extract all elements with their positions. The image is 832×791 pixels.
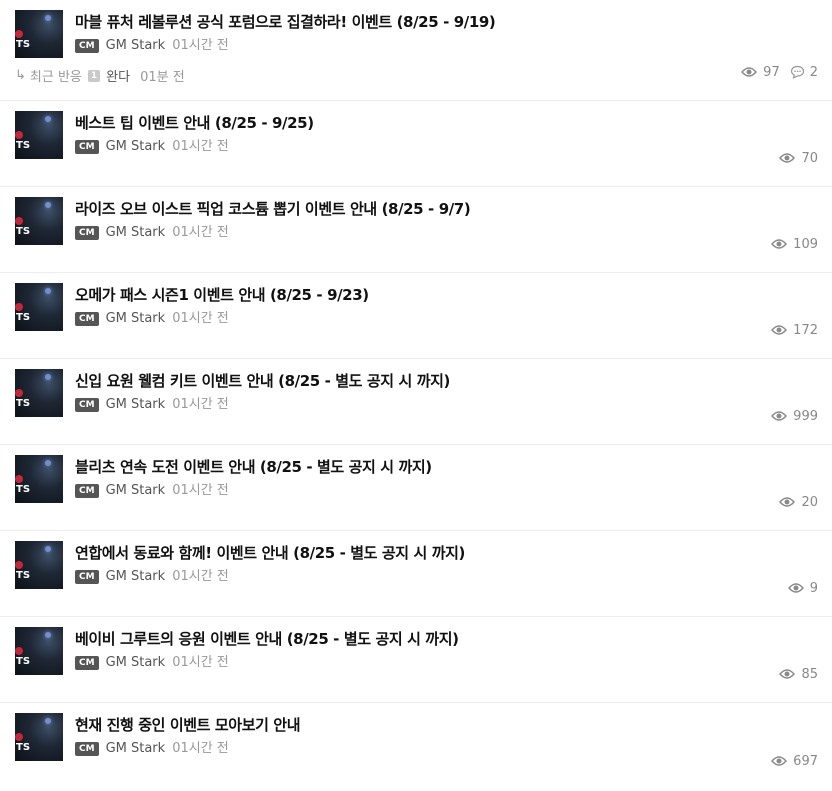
role-badge: CM bbox=[75, 39, 99, 53]
reply-label: 최근 반응 bbox=[29, 70, 82, 85]
post-stats: 97 2 bbox=[741, 62, 818, 82]
eye-icon bbox=[771, 239, 788, 249]
reply-author[interactable]: 완다 bbox=[106, 66, 130, 85]
list-item[interactable]: TS 오메가 패스 시즌1 이벤트 안내 (8/25 - 9/23) CM GM … bbox=[0, 273, 832, 359]
post-thumbnail[interactable]: TS bbox=[15, 455, 63, 503]
post-author[interactable]: GM Stark bbox=[106, 139, 166, 155]
reply-arrow-icon: ↳ bbox=[15, 68, 26, 83]
post-stats: 172 bbox=[771, 320, 818, 340]
post-title[interactable]: 현재 진행 중인 이벤트 모아보기 안내 bbox=[75, 715, 818, 735]
list-item[interactable]: TS 베이비 그루트의 응원 이벤트 안내 (8/25 - 별도 공지 시 까지… bbox=[0, 617, 832, 703]
role-badge: CM bbox=[75, 312, 99, 326]
view-count: 85 bbox=[801, 666, 818, 682]
thumbnail-text: TS bbox=[16, 140, 31, 151]
eye-icon bbox=[787, 583, 804, 593]
post-stats: 999 bbox=[771, 406, 818, 426]
post-thumbnail[interactable]: TS bbox=[15, 713, 63, 761]
role-badge: CM bbox=[75, 656, 99, 670]
reply-count-badge: 1 bbox=[87, 69, 101, 82]
thumbnail-text: TS bbox=[16, 656, 31, 667]
post-time: 01시간 전 bbox=[172, 311, 229, 326]
eye-icon bbox=[771, 756, 788, 766]
thumbnail-text: TS bbox=[16, 312, 31, 323]
eye-icon bbox=[771, 325, 788, 335]
thumbnail-text: TS bbox=[16, 570, 31, 581]
eye-icon bbox=[779, 497, 796, 507]
post-time: 01시간 전 bbox=[172, 397, 229, 412]
role-badge: CM bbox=[75, 570, 99, 584]
post-author[interactable]: GM Stark bbox=[106, 655, 166, 671]
role-badge: CM bbox=[75, 140, 99, 154]
role-badge: CM bbox=[75, 398, 99, 412]
list-item[interactable]: TS 현재 진행 중인 이벤트 모아보기 안내 CM GM Stark 01시간 전… bbox=[0, 703, 832, 789]
post-time: 01시간 전 bbox=[172, 741, 229, 756]
eye-icon bbox=[771, 411, 788, 421]
list-item[interactable]: TS 베스트 팁 이벤트 안내 (8/25 - 9/25) CM GM Stark… bbox=[0, 101, 832, 187]
list-item[interactable]: TS 마블 퓨처 레볼루션 공식 포럼으로 집결하라! 이벤트 (8/25 - … bbox=[0, 0, 832, 101]
post-author[interactable]: GM Stark bbox=[106, 225, 166, 241]
view-count: 172 bbox=[793, 322, 818, 338]
reply-time: 01분 전 bbox=[140, 70, 185, 85]
post-thumbnail[interactable]: TS bbox=[15, 10, 63, 58]
post-stats: 9 bbox=[787, 578, 818, 598]
view-count: 109 bbox=[793, 236, 818, 252]
view-count: 70 bbox=[801, 150, 818, 166]
post-author[interactable]: GM Stark bbox=[106, 569, 166, 585]
post-title[interactable]: 라이즈 오브 이스트 픽업 코스튬 뽑기 이벤트 안내 (8/25 - 9/7) bbox=[75, 199, 818, 219]
post-stats: 697 bbox=[771, 751, 818, 771]
post-stats: 109 bbox=[771, 234, 818, 254]
post-author[interactable]: GM Stark bbox=[106, 397, 166, 413]
post-title[interactable]: 베이비 그루트의 응원 이벤트 안내 (8/25 - 별도 공지 시 까지) bbox=[75, 629, 818, 649]
post-time: 01시간 전 bbox=[172, 38, 229, 53]
role-badge: CM bbox=[75, 484, 99, 498]
post-author[interactable]: GM Stark bbox=[106, 311, 166, 327]
post-stats: 20 bbox=[779, 492, 818, 512]
post-thumbnail[interactable]: TS bbox=[15, 541, 63, 589]
post-title[interactable]: 베스트 팁 이벤트 안내 (8/25 - 9/25) bbox=[75, 113, 818, 133]
view-count: 20 bbox=[801, 494, 818, 510]
post-thumbnail[interactable]: TS bbox=[15, 111, 63, 159]
view-count: 697 bbox=[793, 753, 818, 769]
post-time: 01시간 전 bbox=[172, 225, 229, 240]
post-title[interactable]: 블리츠 연속 도전 이벤트 안내 (8/25 - 별도 공지 시 까지) bbox=[75, 457, 818, 477]
view-count: 9 bbox=[809, 580, 818, 596]
view-count: 97 bbox=[763, 64, 780, 80]
thumbnail-text: TS bbox=[16, 39, 31, 50]
post-title[interactable]: 오메가 패스 시즌1 이벤트 안내 (8/25 - 9/23) bbox=[75, 285, 818, 305]
view-count: 999 bbox=[793, 408, 818, 424]
post-author[interactable]: GM Stark bbox=[106, 483, 166, 499]
thumbnail-text: TS bbox=[16, 226, 31, 237]
role-badge: CM bbox=[75, 226, 99, 240]
thumbnail-text: TS bbox=[16, 742, 31, 753]
post-time: 01시간 전 bbox=[172, 569, 229, 584]
post-stats: 85 bbox=[779, 664, 818, 684]
eye-icon bbox=[741, 67, 758, 77]
list-item[interactable]: TS 블리츠 연속 도전 이벤트 안내 (8/25 - 별도 공지 시 까지) … bbox=[0, 445, 832, 531]
post-thumbnail[interactable]: TS bbox=[15, 197, 63, 245]
eye-icon bbox=[779, 153, 796, 163]
thumbnail-text: TS bbox=[16, 484, 31, 495]
post-title[interactable]: 마블 퓨처 레볼루션 공식 포럼으로 집결하라! 이벤트 (8/25 - 9/1… bbox=[75, 12, 818, 32]
comment-count: 2 bbox=[809, 64, 818, 80]
post-author[interactable]: GM Stark bbox=[106, 38, 166, 54]
role-badge: CM bbox=[75, 742, 99, 756]
thumbnail-text: TS bbox=[16, 398, 31, 409]
post-time: 01시간 전 bbox=[172, 139, 229, 154]
post-thumbnail[interactable]: TS bbox=[15, 283, 63, 331]
post-author[interactable]: GM Stark bbox=[106, 741, 166, 757]
latest-reply[interactable]: ↳ 최근 반응 1 완다 01분 전 bbox=[15, 66, 185, 85]
post-thumbnail[interactable]: TS bbox=[15, 627, 63, 675]
post-title[interactable]: 신입 요원 웰컴 키트 이벤트 안내 (8/25 - 별도 공지 시 까지) bbox=[75, 371, 818, 391]
list-item[interactable]: TS 신입 요원 웰컴 키트 이벤트 안내 (8/25 - 별도 공지 시 까지… bbox=[0, 359, 832, 445]
post-stats: 70 bbox=[779, 148, 818, 168]
list-item[interactable]: TS 연합에서 동료와 함께! 이벤트 안내 (8/25 - 별도 공지 시 까… bbox=[0, 531, 832, 617]
eye-icon bbox=[779, 669, 796, 679]
post-time: 01시간 전 bbox=[172, 483, 229, 498]
list-item[interactable]: TS 라이즈 오브 이스트 픽업 코스튬 뽑기 이벤트 안내 (8/25 - 9… bbox=[0, 187, 832, 273]
post-title[interactable]: 연합에서 동료와 함께! 이벤트 안내 (8/25 - 별도 공지 시 까지) bbox=[75, 543, 818, 563]
post-list: TS 마블 퓨처 레볼루션 공식 포럼으로 집결하라! 이벤트 (8/25 - … bbox=[0, 0, 832, 789]
post-thumbnail[interactable]: TS bbox=[15, 369, 63, 417]
post-time: 01시간 전 bbox=[172, 655, 229, 670]
comment-icon bbox=[790, 65, 804, 79]
